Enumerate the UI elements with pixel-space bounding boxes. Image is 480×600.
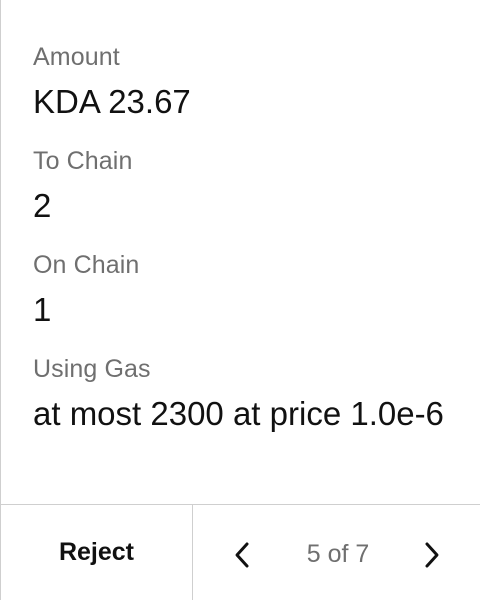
pager: 5 of 7	[193, 505, 480, 600]
amount-value: KDA 23.67	[33, 83, 191, 120]
footer-bar: Reject 5 of 7	[1, 504, 480, 600]
on-chain-label: On Chain	[33, 251, 140, 279]
to-chain-value: 2	[33, 187, 52, 224]
amount-label: Amount	[33, 43, 120, 71]
using-gas-value: at most 2300 at price 1.0e-6	[33, 395, 444, 432]
chevron-right-icon[interactable]	[417, 539, 445, 571]
transaction-details: Amount KDA 23.67 To Chain 2 On Chain 1 U…	[33, 0, 468, 504]
using-gas-label: Using Gas	[33, 355, 151, 383]
on-chain-value: 1	[33, 291, 52, 328]
to-chain-label: To Chain	[33, 147, 133, 175]
transaction-review-screen: Amount KDA 23.67 To Chain 2 On Chain 1 U…	[0, 0, 480, 600]
chevron-left-icon[interactable]	[229, 539, 257, 571]
reject-button[interactable]: Reject	[1, 505, 193, 600]
page-indicator: 5 of 7	[306, 540, 370, 568]
